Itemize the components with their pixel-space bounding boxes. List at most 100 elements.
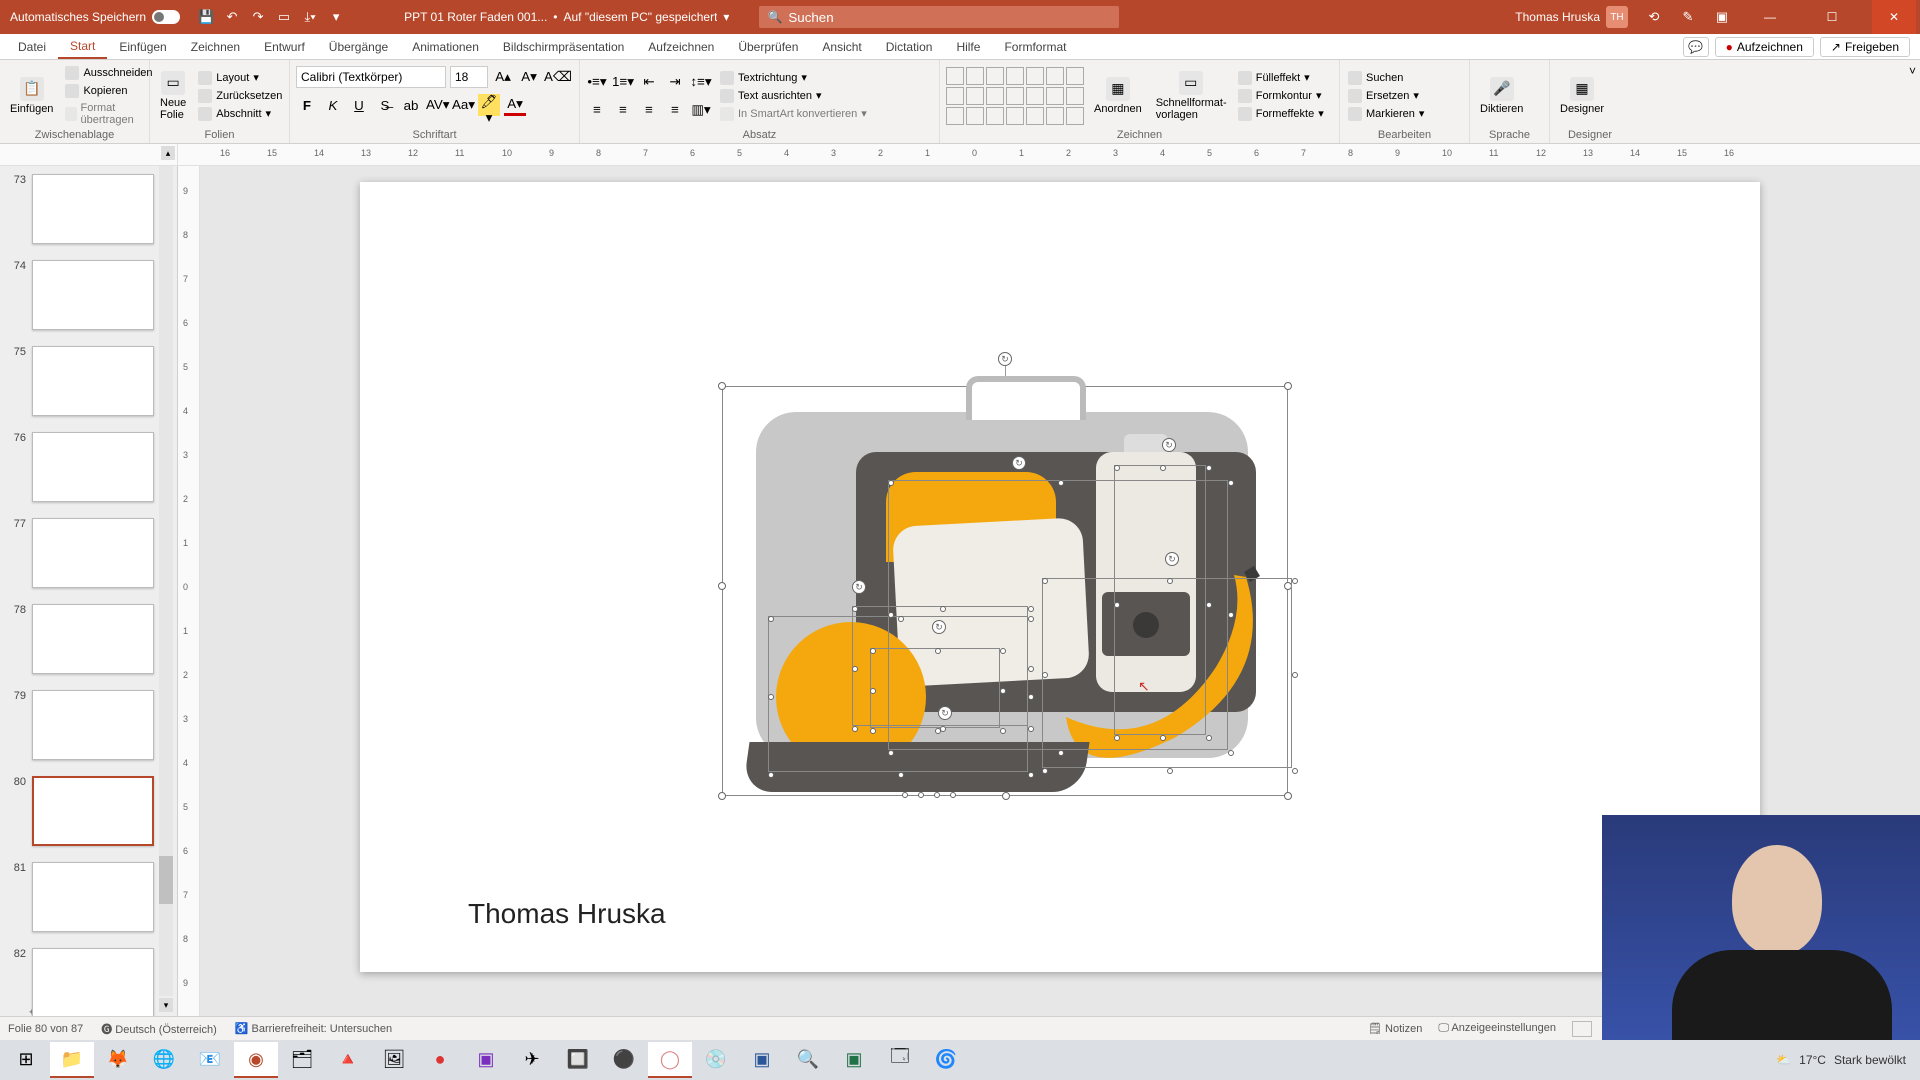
shape-outline-button[interactable]: Formkontur▾	[1236, 88, 1326, 104]
document-title[interactable]: PPT 01 Roter Faden 001... • Auf "diesem …	[404, 10, 729, 24]
resize-handle[interactable]	[902, 792, 908, 798]
resize-handle[interactable]	[1228, 480, 1234, 486]
thumbnail-73[interactable]: 73	[0, 166, 177, 252]
resize-handle[interactable]	[1000, 688, 1006, 694]
resize-handle[interactable]	[888, 750, 894, 756]
resize-handle[interactable]	[1028, 606, 1034, 612]
edge-button[interactable]: 🌀	[924, 1042, 968, 1078]
arrange-button[interactable]: ▦Anordnen	[1090, 75, 1146, 117]
resize-handle[interactable]	[940, 606, 946, 612]
align-right-button[interactable]: ≡	[638, 99, 660, 121]
pen-icon[interactable]: ✎	[1680, 9, 1696, 25]
text-direction-button[interactable]: Textrichtung▾	[718, 70, 869, 86]
thumb-preview[interactable]	[32, 604, 154, 674]
tab-bildschirmpräsentation[interactable]: Bildschirmpräsentation	[491, 34, 636, 59]
maximize-button[interactable]: ☐	[1810, 0, 1854, 34]
cut-button[interactable]: Ausschneiden	[63, 65, 154, 81]
resize-handle[interactable]	[768, 772, 774, 778]
thumbnail-78[interactable]: 78	[0, 596, 177, 682]
resize-handle[interactable]	[1114, 735, 1120, 741]
shape-effects-button[interactable]: Formeffekte▾	[1236, 106, 1326, 122]
resize-handle[interactable]	[1000, 728, 1006, 734]
thumbnail-81[interactable]: 81	[0, 854, 177, 940]
slideshow-icon[interactable]: ▭	[276, 9, 292, 25]
chrome-button[interactable]: 🌐	[142, 1042, 186, 1078]
columns-button[interactable]: ▥▾	[690, 99, 712, 121]
resize-handle[interactable]	[1284, 792, 1292, 800]
resize-handle[interactable]	[1160, 465, 1166, 471]
shape-gallery[interactable]	[946, 67, 1084, 125]
thumb-scroll-down[interactable]: ▾	[159, 998, 173, 1012]
selection-box[interactable]	[1042, 578, 1292, 768]
tab-einfügen[interactable]: Einfügen	[107, 34, 178, 59]
app-button[interactable]: 🗔	[878, 1042, 922, 1078]
resize-handle[interactable]	[870, 728, 876, 734]
outdent-button[interactable]: ⇤	[638, 71, 660, 93]
dropdown-icon[interactable]: ⤓▾	[302, 9, 318, 25]
rotate-handle[interactable]	[1162, 438, 1176, 452]
highlight-button[interactable]: 🖊▾	[478, 94, 500, 116]
smartart-button[interactable]: In SmartArt konvertieren▾	[718, 106, 869, 122]
copy-button[interactable]: Kopieren	[63, 83, 154, 99]
chevron-down-icon[interactable]: ▾	[723, 10, 729, 24]
resize-handle[interactable]	[1114, 465, 1120, 471]
align-center-button[interactable]: ≡	[612, 99, 634, 121]
thumbnail-80[interactable]: 80	[0, 768, 177, 854]
rotate-handle[interactable]	[1012, 456, 1026, 470]
user-chip[interactable]: Thomas Hruska TH	[1515, 6, 1628, 28]
resize-handle[interactable]	[1167, 578, 1173, 584]
resize-handle[interactable]	[1206, 602, 1212, 608]
resize-handle[interactable]	[1206, 735, 1212, 741]
app-button[interactable]: 🗂	[280, 1042, 324, 1078]
resize-handle[interactable]	[1028, 772, 1034, 778]
rotate-handle[interactable]	[998, 352, 1012, 366]
resize-handle[interactable]	[718, 792, 726, 800]
resize-handle[interactable]	[1058, 750, 1064, 756]
thumb-scroll-up[interactable]: ▴	[161, 146, 175, 160]
paste-button[interactable]: 📋 Einfügen	[6, 75, 57, 117]
resize-handle[interactable]	[950, 792, 956, 798]
thumb-scrollbar-thumb[interactable]	[159, 856, 173, 904]
tab-dictation[interactable]: Dictation	[874, 34, 945, 59]
redo-icon[interactable]: ↷	[250, 9, 266, 25]
resize-handle[interactable]	[1284, 382, 1292, 390]
window-mode-icon[interactable]: ▣	[1714, 9, 1730, 25]
thumbnail-77[interactable]: 77	[0, 510, 177, 596]
display-settings-button[interactable]: 🖵 Anzeigeeinstellungen	[1438, 1022, 1556, 1035]
thumbnail-82[interactable]: 82	[0, 940, 177, 1016]
shadow-button[interactable]: ab	[400, 94, 422, 116]
resize-handle[interactable]	[1028, 616, 1034, 622]
app-button[interactable]: 🔍	[786, 1042, 830, 1078]
slide-thumbnails[interactable]: 73747576777879✦80818283 ▾	[0, 166, 178, 1016]
firefox-button[interactable]: 🦊	[96, 1042, 140, 1078]
bold-button[interactable]: F	[296, 94, 318, 116]
resize-handle[interactable]	[1160, 735, 1166, 741]
line-spacing-button[interactable]: ↕≡▾	[690, 71, 712, 93]
resize-handle[interactable]	[852, 726, 858, 732]
minimize-button[interactable]: —	[1748, 0, 1792, 34]
horizontal-ruler[interactable]: 1615141312111098765432101234567891011121…	[200, 144, 1920, 165]
record-button[interactable]: ● Aufzeichnen	[1715, 37, 1814, 57]
collapse-ribbon-icon[interactable]: ˅	[1905, 60, 1920, 143]
numbering-button[interactable]: 1≡▾	[612, 71, 634, 93]
italic-button[interactable]: K	[322, 94, 344, 116]
sync-icon[interactable]: ⟲	[1646, 9, 1662, 25]
resize-handle[interactable]	[898, 616, 904, 622]
selection-box[interactable]	[870, 648, 1000, 728]
font-color-button[interactable]: A▾	[504, 94, 526, 116]
resize-handle[interactable]	[918, 792, 924, 798]
resize-handle[interactable]	[1042, 768, 1048, 774]
thumb-preview[interactable]	[32, 346, 154, 416]
resize-handle[interactable]	[1028, 726, 1034, 732]
tab-datei[interactable]: Datei	[6, 34, 58, 59]
dictate-button[interactable]: 🎤Diktieren	[1476, 75, 1527, 117]
search-bar[interactable]: 🔍	[759, 6, 1119, 28]
file-explorer-button[interactable]: 📁	[50, 1042, 94, 1078]
thumbnail-79[interactable]: 79✦	[0, 682, 177, 768]
resize-handle[interactable]	[1028, 694, 1034, 700]
resize-handle[interactable]	[718, 382, 726, 390]
resize-handle[interactable]	[1028, 666, 1034, 672]
tab-ansicht[interactable]: Ansicht	[810, 34, 873, 59]
system-tray[interactable]: ⛅ 17°C Stark bewölkt	[1776, 1053, 1916, 1067]
tab-formformat[interactable]: Formformat	[992, 34, 1078, 59]
